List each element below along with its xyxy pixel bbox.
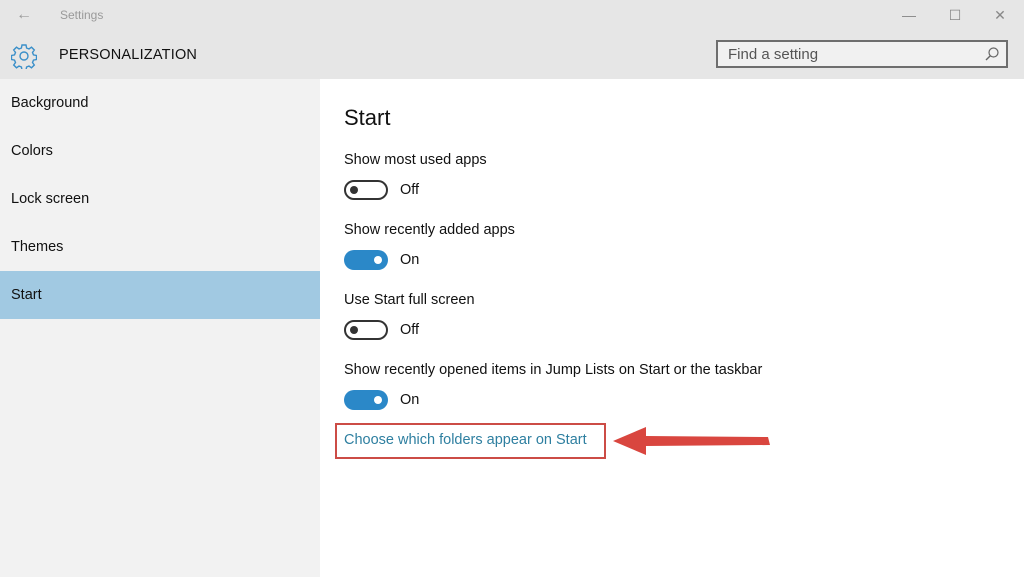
toggle-knob xyxy=(350,326,358,334)
sidebar: Background Colors Lock screen Themes Sta… xyxy=(0,79,320,577)
search-input[interactable] xyxy=(718,42,988,66)
toggle-state-most-used: Off xyxy=(400,182,420,198)
annotation-arrow-icon xyxy=(613,427,770,455)
toggle-jump-lists[interactable] xyxy=(344,390,388,410)
sidebar-item-themes[interactable]: Themes xyxy=(0,223,320,271)
toggle-recently-added-apps[interactable] xyxy=(344,250,388,270)
toggle-start-full-screen[interactable] xyxy=(344,320,388,340)
search-box[interactable] xyxy=(716,40,1008,68)
toggle-knob xyxy=(350,186,358,194)
minimize-icon: — xyxy=(902,7,916,23)
toggle-most-used-apps[interactable] xyxy=(344,180,388,200)
header: PERSONALIZATION xyxy=(0,30,1024,79)
setting-label-recently-added: Show recently added apps xyxy=(344,222,515,238)
toggle-knob xyxy=(374,256,382,264)
setting-label-jump-lists: Show recently opened items in Jump Lists… xyxy=(344,362,763,378)
gear-icon xyxy=(11,44,37,69)
setting-label-most-used: Show most used apps xyxy=(344,152,487,168)
arrow-left-icon: ← xyxy=(16,6,32,23)
maximize-icon: ☐ xyxy=(948,7,962,23)
choose-folders-link[interactable]: Choose which folders appear on Start xyxy=(344,432,587,448)
toggle-state-jump-lists: On xyxy=(400,392,420,408)
setting-label-full-screen: Use Start full screen xyxy=(344,292,475,308)
page-heading: Start xyxy=(344,105,391,130)
toggle-state-full-screen: Off xyxy=(400,322,420,338)
section-title: PERSONALIZATION xyxy=(59,47,198,63)
sidebar-item-background[interactable]: Background xyxy=(0,79,320,127)
minimize-button[interactable]: — xyxy=(894,4,924,26)
app-title: Settings xyxy=(60,8,104,22)
sidebar-item-colors[interactable]: Colors xyxy=(0,127,320,175)
sidebar-item-lock-screen[interactable]: Lock screen xyxy=(0,175,320,223)
back-button[interactable]: ← xyxy=(12,5,36,25)
main-content: Start Show most used apps Off Show recen… xyxy=(320,79,1024,577)
title-bar: ← Settings — ☐ ✕ xyxy=(0,0,1024,30)
maximize-button[interactable]: ☐ xyxy=(940,4,970,26)
search-icon[interactable] xyxy=(984,46,1000,62)
toggle-state-recently-added: On xyxy=(400,252,420,268)
toggle-knob xyxy=(374,396,382,404)
sidebar-item-start[interactable]: Start xyxy=(0,271,320,319)
close-button[interactable]: ✕ xyxy=(985,4,1015,26)
close-icon: ✕ xyxy=(994,7,1006,23)
